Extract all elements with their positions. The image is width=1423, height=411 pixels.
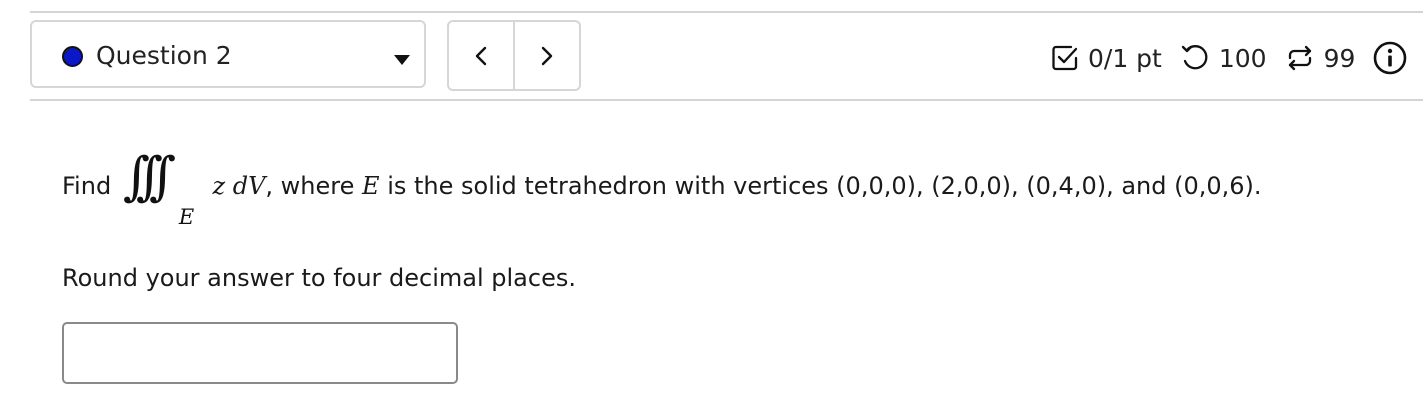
attempts-indicator: 99 xyxy=(1285,43,1356,73)
chevron-right-icon xyxy=(541,46,553,65)
info-icon xyxy=(1374,41,1407,75)
question-selector-label: Question 2 xyxy=(96,41,232,70)
info-button[interactable] xyxy=(1373,41,1407,75)
caret-down-icon xyxy=(394,55,410,65)
prompt-where: , where xyxy=(265,172,363,200)
retries-indicator: 100 xyxy=(1180,44,1267,73)
region-name: E xyxy=(362,172,380,200)
retries-text: 100 xyxy=(1218,43,1267,73)
find-word: Find xyxy=(62,172,112,200)
previous-question-button[interactable] xyxy=(449,22,513,89)
integral-sign: ∫∫∫ xyxy=(122,147,176,207)
question-prompt: Find ∫∫∫ E z dV, where E is the solid te… xyxy=(62,151,1262,229)
score-summary: 0/1 pt 100 99 xyxy=(1051,38,1407,78)
attempts-text: 99 xyxy=(1323,43,1356,73)
checkbox-check-icon xyxy=(1052,45,1078,71)
chevron-left-icon xyxy=(475,46,487,65)
header-divider xyxy=(30,99,1423,101)
undo-icon xyxy=(1181,45,1208,70)
triple-integral: ∫∫∫ E xyxy=(119,151,205,229)
repeat-icon xyxy=(1288,45,1311,71)
points-text: 0/1 pt xyxy=(1088,43,1162,73)
top-divider xyxy=(30,11,1423,13)
answer-input[interactable] xyxy=(62,322,458,384)
integral-region-subscript: E xyxy=(178,205,195,229)
question-status-dot xyxy=(62,46,83,67)
question-selector[interactable]: Question 2 xyxy=(30,20,426,88)
points-indicator: 0/1 pt xyxy=(1051,44,1162,73)
instruction-text: Round your answer to four decimal places… xyxy=(62,264,576,292)
question-nav xyxy=(447,20,581,91)
next-question-button[interactable] xyxy=(513,22,579,89)
prompt-tail: is the solid tetrahedron with vertices (… xyxy=(379,172,1262,200)
integrand: z dV xyxy=(212,172,266,200)
